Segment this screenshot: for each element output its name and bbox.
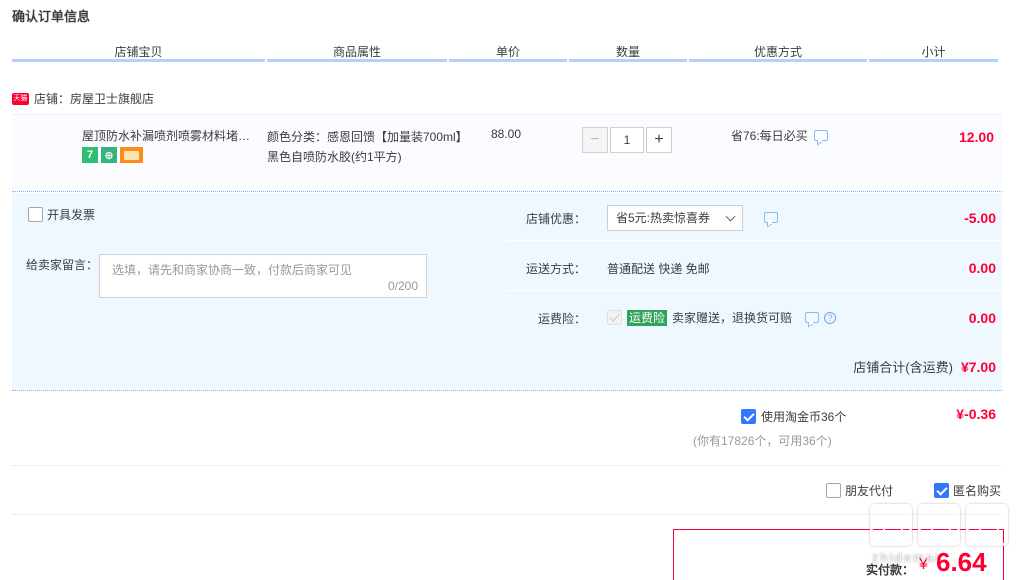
order-table-header: 店铺宝贝 商品属性 单价 数量 优惠方式 小计 bbox=[12, 42, 1002, 64]
seven-day-return-icon: 7 bbox=[82, 147, 98, 163]
taojinbi-checkbox[interactable] bbox=[741, 409, 756, 424]
shipping-insurance-tag: 运费险 bbox=[627, 309, 668, 326]
col-header-discount: 优惠方式 bbox=[689, 42, 867, 62]
quantity-stepper: − 1 + bbox=[582, 127, 672, 153]
taojinbi-note: (你有17826个，可用36个) bbox=[693, 434, 832, 448]
shipping-insurance-label: 运费险： bbox=[537, 312, 586, 326]
taojinbi-amount: ¥-0.36 bbox=[956, 406, 996, 422]
col-header-quantity: 数量 bbox=[569, 42, 687, 62]
shop-total-label: 店铺合计(含运费) bbox=[853, 360, 953, 375]
col-header-subtotal: 小计 bbox=[869, 42, 998, 62]
seller-message-label: 给卖家留言： bbox=[26, 258, 99, 272]
divider bbox=[12, 514, 1002, 515]
col-header-attributes: 商品属性 bbox=[267, 42, 447, 62]
guarantee-icon: ⊕ bbox=[101, 147, 117, 163]
taojinbi-label: 使用淘金币36个 bbox=[761, 410, 847, 424]
shop-discount-amount: -5.00 bbox=[964, 210, 996, 226]
item-title[interactable]: 屋顶防水补漏喷剂喷雾材料堵漏王外墙涂料楼顶裂缝卫生间胶神器 bbox=[82, 127, 262, 144]
shipping-insurance-row: 运费险： 运费险 卖家赠送，退换货可赔 ? 0.00 bbox=[506, 293, 1002, 341]
payment-currency: ¥ bbox=[919, 556, 928, 573]
payment-amount: 6.64 bbox=[936, 547, 987, 577]
shipping-insurance-checkbox bbox=[607, 310, 622, 325]
payment-label: 实付款： bbox=[866, 563, 915, 577]
chat-bubble-icon[interactable] bbox=[805, 312, 820, 323]
item-subtotal: 12.00 bbox=[958, 129, 994, 145]
col-header-unit-price: 单价 bbox=[449, 42, 567, 62]
item-unit-price: 88.00 bbox=[491, 127, 522, 141]
shop-discount-select[interactable]: 省5元:热卖惊喜券 bbox=[607, 205, 743, 231]
quantity-input[interactable]: 1 bbox=[610, 127, 644, 153]
item-attributes: 颜色分类：感恩回馈【加量装700ml】黑色自喷防水胶(约1平方) bbox=[267, 130, 462, 164]
shipping-insurance-option: 运费险 卖家赠送，退换货可赔 ? bbox=[607, 309, 837, 326]
chat-bubble-icon[interactable] bbox=[813, 130, 828, 141]
anonymous-purchase-option[interactable]: 匿名购买 bbox=[934, 482, 1001, 499]
order-extras-left: 开具发票 给卖家留言： 选填，请先和商家协商一致，付款后商家可见 0/200 bbox=[12, 193, 506, 341]
shop-total-row: 店铺合计(含运费) ¥7.00 bbox=[12, 341, 1002, 391]
shop-discount-label: 店铺优惠： bbox=[525, 212, 586, 226]
item-promotion: 省76:每日必买 bbox=[731, 127, 828, 144]
invoice-checkbox[interactable] bbox=[28, 207, 43, 222]
friend-pay-label: 朋友代付 bbox=[845, 484, 894, 498]
anonymous-purchase-label: 匿名购买 bbox=[953, 484, 1002, 498]
shipping-insurance-amount: 0.00 bbox=[968, 310, 996, 326]
taojinbi-option[interactable]: 使用淘金币36个 bbox=[741, 408, 846, 425]
shop-header: 天猫 店铺：房屋卫士旗舰店 bbox=[12, 90, 154, 107]
promotion-text: 省76:每日必买 bbox=[731, 129, 808, 143]
delivery-method: 普通配送 快递 免邮 bbox=[607, 262, 710, 276]
credit-card-icon bbox=[120, 147, 143, 163]
col-header-shop-item: 店铺宝贝 bbox=[12, 42, 265, 62]
chevron-down-icon bbox=[725, 211, 736, 222]
delivery-label: 运送方式： bbox=[525, 262, 586, 276]
invoice-option[interactable]: 开具发票 bbox=[28, 206, 95, 223]
invoice-label: 开具发票 bbox=[47, 208, 96, 222]
delivery-amount: 0.00 bbox=[968, 260, 996, 276]
shop-discount-row: 店铺优惠： 省5元:热卖惊喜券 -5.00 bbox=[506, 193, 1002, 241]
seller-message-input[interactable]: 选填，请先和商家协商一致，付款后商家可见 0/200 bbox=[99, 254, 427, 298]
friend-pay-checkbox[interactable] bbox=[826, 483, 841, 498]
shop-total: 店铺合计(含运费) ¥7.00 bbox=[853, 357, 996, 376]
delivery-row: 运送方式： 普通配送 快递 免邮 0.00 bbox=[506, 243, 1002, 291]
seller-message-placeholder: 选填，请先和商家协商一致，付款后商家可见 bbox=[112, 263, 353, 277]
anonymous-purchase-checkbox[interactable] bbox=[934, 483, 949, 498]
quantity-decrease-button[interactable]: − bbox=[582, 127, 608, 153]
shop-name[interactable]: 店铺：房屋卫士旗舰店 bbox=[34, 90, 154, 107]
shop-total-amount: ¥7.00 bbox=[960, 359, 996, 375]
order-extras-panel: 开具发票 给卖家留言： 选填，请先和商家协商一致，付款后商家可见 0/200 店… bbox=[12, 193, 1002, 341]
page-title: 确认订单信息 bbox=[12, 9, 91, 24]
help-question-icon[interactable]: ? bbox=[824, 311, 837, 324]
shop-discount-selected: 省5元:热卖惊喜券 bbox=[616, 211, 711, 225]
order-item-row: 屋顶防水补漏喷剂喷雾材料堵漏王外墙涂料楼顶裂缝卫生间胶神器 7 ⊕ 颜色分类：感… bbox=[12, 114, 1002, 192]
shipping-insurance-text: 卖家赠送，退换货可赔 bbox=[672, 311, 793, 325]
friend-pay-option[interactable]: 朋友代付 bbox=[826, 482, 893, 499]
quantity-increase-button[interactable]: + bbox=[646, 127, 672, 153]
tmall-badge-icon: 天猫 bbox=[12, 92, 29, 105]
seller-message-counter: 0/200 bbox=[387, 279, 418, 293]
chat-bubble-icon[interactable] bbox=[764, 212, 778, 223]
item-service-icons: 7 ⊕ bbox=[82, 147, 143, 163]
divider bbox=[12, 465, 1002, 466]
payment-summary-box: 实付款： ¥ 6.64 bbox=[673, 529, 1004, 580]
order-extras-right: 店铺优惠： 省5元:热卖惊喜券 -5.00 运送方式： 普通配送 快递 免邮 0… bbox=[506, 193, 1002, 341]
